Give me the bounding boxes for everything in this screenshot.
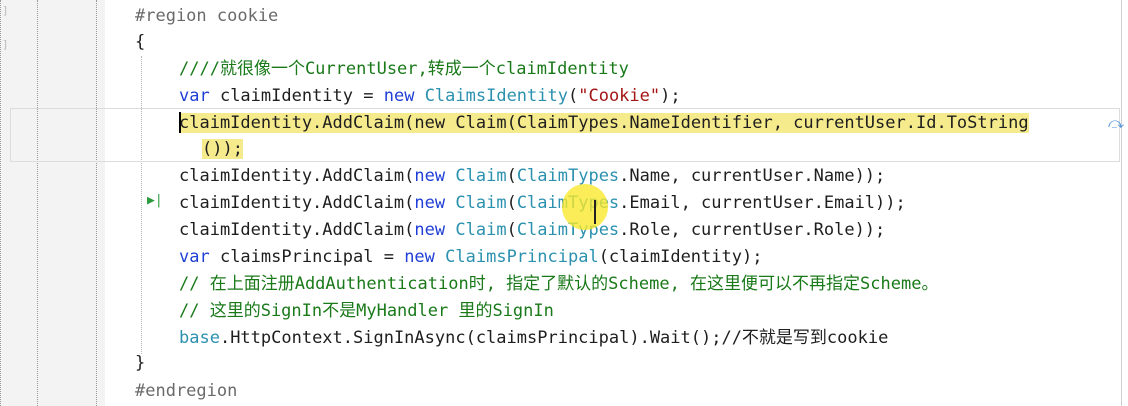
text-caret bbox=[179, 112, 181, 133]
open-brace: { bbox=[135, 32, 146, 52]
code-text: .HttpContext.SignInAsync(claimsPrincipal… bbox=[219, 328, 889, 348]
code-comment: ////就很像一个CurrentUser,转成一个claimIdentity bbox=[179, 59, 629, 79]
code-text: ( bbox=[506, 113, 517, 133]
code-text: ( bbox=[567, 86, 579, 106]
keyword-base: base bbox=[179, 328, 220, 348]
string-literal: "Cookie" bbox=[578, 86, 661, 106]
code-text: claimsPrincipal = bbox=[209, 247, 405, 267]
indent-guide bbox=[141, 56, 142, 354]
code-text: .NameIdentifier, currentUser.Id.ToString bbox=[619, 113, 1029, 133]
type-name: ClaimTypes bbox=[516, 113, 620, 133]
keyword-new: new bbox=[414, 166, 446, 186]
word-wrap-icon: ⤼ bbox=[1108, 114, 1125, 132]
editor-gutter bbox=[0, 0, 105, 406]
type-name: ClaimTypes bbox=[516, 166, 620, 186]
code-line-add-claim-name[interactable]: claimIdentity.AddClaim(new Claim(ClaimTy… bbox=[179, 165, 885, 187]
code-text: (claimIdentity); bbox=[598, 247, 763, 267]
code-comment: // 在上面注册AddAuthentication时, 指定了默认的Scheme… bbox=[179, 274, 939, 294]
code-text: ); bbox=[660, 86, 681, 106]
type-name: ClaimsPrincipal bbox=[445, 247, 599, 267]
code-comment: // 这里的SignIn不是MyHandler 里的SignIn bbox=[179, 301, 554, 321]
code-line-claims-principal[interactable]: var claimsPrincipal = new ClaimsPrincipa… bbox=[179, 246, 762, 268]
gutter-guide bbox=[37, 0, 38, 406]
code-text: ()); bbox=[202, 139, 243, 159]
code-text: claimIdentity.AddClaim( bbox=[179, 113, 415, 133]
code-line-add-claim-nameidentifier[interactable]: claimIdentity.AddClaim(new Claim(ClaimTy… bbox=[179, 112, 1029, 134]
code-text: claimIdentity.AddClaim( bbox=[179, 193, 415, 213]
type-name: Claim bbox=[455, 113, 507, 133]
execution-pointer-icon[interactable]: ▶| bbox=[147, 193, 163, 208]
mouse-highlight bbox=[562, 184, 608, 230]
type-name: Claim bbox=[455, 166, 507, 186]
gutter-guide bbox=[0, 0, 1, 406]
outline-marker: ] bbox=[2, 4, 9, 17]
code-text: claimIdentity = bbox=[209, 86, 384, 106]
outline-marker: ] bbox=[2, 38, 9, 51]
code-line-wrap-continuation[interactable]: ()); bbox=[202, 138, 243, 160]
keyword-new: new bbox=[404, 247, 435, 267]
code-line-claim-identity[interactable]: var claimIdentity = new ClaimsIdentity("… bbox=[179, 85, 681, 107]
keyword-new: new bbox=[383, 86, 415, 106]
code-line-add-claim-role[interactable]: claimIdentity.AddClaim(new Claim(ClaimTy… bbox=[179, 219, 885, 241]
type-name: Claim bbox=[455, 193, 507, 213]
keyword-var: var bbox=[179, 86, 210, 106]
code-text: .Email, currentUser.Email)); bbox=[619, 193, 906, 213]
code-text: .Role, currentUser.Role)); bbox=[619, 220, 886, 240]
code-text: ( bbox=[506, 220, 517, 240]
code-text: ( bbox=[506, 166, 517, 186]
keyword-new: new bbox=[414, 193, 446, 213]
type-name: ClaimsIdentity bbox=[424, 86, 568, 106]
gutter-guide bbox=[96, 0, 97, 406]
ibeam-cursor-icon bbox=[594, 200, 596, 224]
code-line-sign-in[interactable]: base.HttpContext.SignInAsync(claimsPrinc… bbox=[179, 327, 888, 349]
region-end: #endregion bbox=[135, 381, 238, 401]
code-line-add-claim-email[interactable]: claimIdentity.AddClaim(new Claim(ClaimTy… bbox=[179, 192, 906, 214]
code-text: ( bbox=[506, 193, 517, 213]
type-name: Claim bbox=[455, 220, 507, 240]
keyword-new: new bbox=[414, 220, 446, 240]
keyword-new: new bbox=[414, 113, 446, 133]
code-text: .Name, currentUser.Name)); bbox=[619, 166, 886, 186]
region-start: #region cookie bbox=[135, 6, 279, 26]
keyword-var: var bbox=[179, 247, 210, 267]
close-brace: } bbox=[135, 353, 146, 373]
code-text: claimIdentity.AddClaim( bbox=[179, 166, 415, 186]
code-text: claimIdentity.AddClaim( bbox=[179, 220, 415, 240]
editor-edge bbox=[1121, 0, 1122, 406]
